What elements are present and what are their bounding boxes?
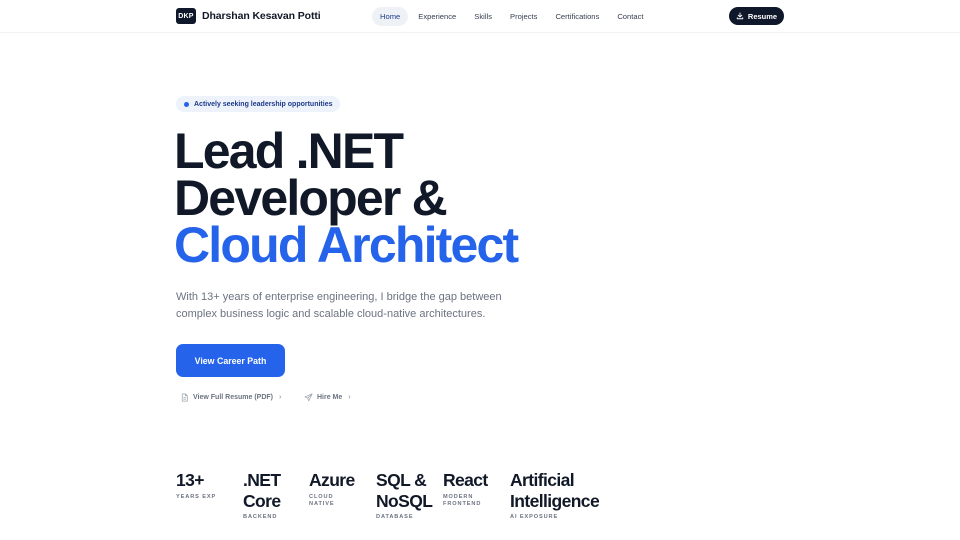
hire-me-link[interactable]: Hire Me ›	[304, 393, 351, 402]
stat-azure: Azure CLOUD NATIVE	[309, 470, 355, 509]
hero-title-line: Developer &	[174, 170, 448, 226]
stat-label-line: FRONTEND	[443, 501, 482, 507]
hero-description-line: With 13+ years of enterprise engineering…	[176, 291, 502, 303]
view-resume-link[interactable]: View Full Resume (PDF) ›	[180, 393, 281, 402]
stat-value-line: Core	[243, 490, 281, 511]
stat-label-line: BACKEND	[243, 514, 278, 520]
stat-value: 13+	[176, 470, 216, 491]
stat-value: .NET Core	[243, 470, 281, 511]
stat-label-line: CLOUD	[309, 493, 334, 500]
stat-label-line: AI EXPOSURE	[510, 514, 559, 520]
stat-label: CLOUD NATIVE	[309, 494, 355, 509]
brand-name: Dharshan Kesavan Potti	[202, 10, 321, 22]
hero-title: Lead .NET Developer & Cloud Architect	[174, 123, 519, 273]
stat-label: MODERN FRONTEND	[443, 494, 488, 509]
nav-item-projects[interactable]: Projects	[502, 7, 545, 26]
stat-react: React MODERN FRONTEND	[443, 470, 488, 509]
stat-label-line: DATABASE	[376, 514, 414, 520]
stat-label-line: YEARS EXP	[176, 493, 217, 500]
stat-value: SQL & NoSQL	[376, 470, 433, 511]
nav-item-skills[interactable]: Skills	[466, 7, 500, 26]
stat-value: Azure	[309, 470, 355, 491]
view-career-path-button[interactable]: View Career Path	[176, 344, 285, 377]
stat-value-line: Artificial	[510, 470, 575, 490]
hire-me-label: Hire Me	[317, 394, 343, 401]
nav-item-contact[interactable]: Contact	[609, 7, 651, 26]
stat-label: YEARS EXP	[176, 494, 216, 502]
stat-label: BACKEND	[243, 514, 280, 522]
stat-sql-nosql: SQL & NoSQL DATABASE	[376, 470, 433, 522]
nav-item-home[interactable]: Home	[372, 7, 409, 26]
stat-value: Artificial Intelligence	[510, 470, 600, 511]
stat-value-line: Intelligence	[510, 490, 600, 511]
chevron-right-icon: ›	[279, 394, 282, 401]
send-icon	[304, 393, 313, 402]
status-badge: Actively seeking leadership opportunitie…	[176, 96, 341, 112]
chevron-right-icon: ›	[348, 394, 351, 401]
download-icon	[736, 12, 744, 20]
stat-value-line: React	[443, 470, 488, 490]
hero-description: With 13+ years of enterprise engineering…	[176, 289, 516, 323]
stat-dotnet-core: .NET Core BACKEND	[243, 470, 281, 522]
view-resume-label: View Full Resume (PDF)	[193, 394, 273, 401]
nav-item-certifications[interactable]: Certifications	[547, 7, 607, 26]
stat-value-line: .NET	[243, 470, 281, 490]
stat-value: React	[443, 470, 488, 491]
stat-years-exp: 13+ YEARS EXP	[176, 470, 216, 501]
status-dot-icon	[184, 101, 189, 107]
resume-button[interactable]: Resume	[729, 7, 784, 25]
nav-item-experience[interactable]: Experience	[410, 7, 464, 26]
stat-ai: Artificial Intelligence AI EXPOSURE	[510, 470, 600, 522]
top-navbar: DKP Dharshan Kesavan Potti Home Experien…	[0, 0, 960, 33]
hero-title-line: Lead .NET	[174, 123, 404, 179]
stat-label: AI EXPOSURE	[510, 514, 599, 522]
stat-label-line: MODERN	[443, 493, 474, 500]
brand[interactable]: DKP Dharshan Kesavan Potti	[176, 8, 321, 24]
resume-button-label: Resume	[747, 11, 778, 21]
stat-value-line: NoSQL	[376, 490, 433, 511]
hero-title-accent-line: Cloud Architect	[174, 217, 519, 273]
stat-label: DATABASE	[376, 514, 432, 522]
stat-label-line: NATIVE	[309, 501, 335, 507]
hero-description-line: complex business logic and scalable clou…	[176, 308, 486, 320]
stat-value-line: 13+	[176, 470, 204, 490]
document-icon	[181, 393, 188, 402]
brand-logo: DKP	[176, 8, 196, 24]
status-badge-label: Actively seeking leadership opportunitie…	[194, 100, 333, 108]
main-nav: Home Experience Skills Projects Certific…	[372, 7, 652, 26]
stat-value-line: SQL &	[376, 470, 427, 490]
stat-value-line: Azure	[309, 470, 355, 490]
